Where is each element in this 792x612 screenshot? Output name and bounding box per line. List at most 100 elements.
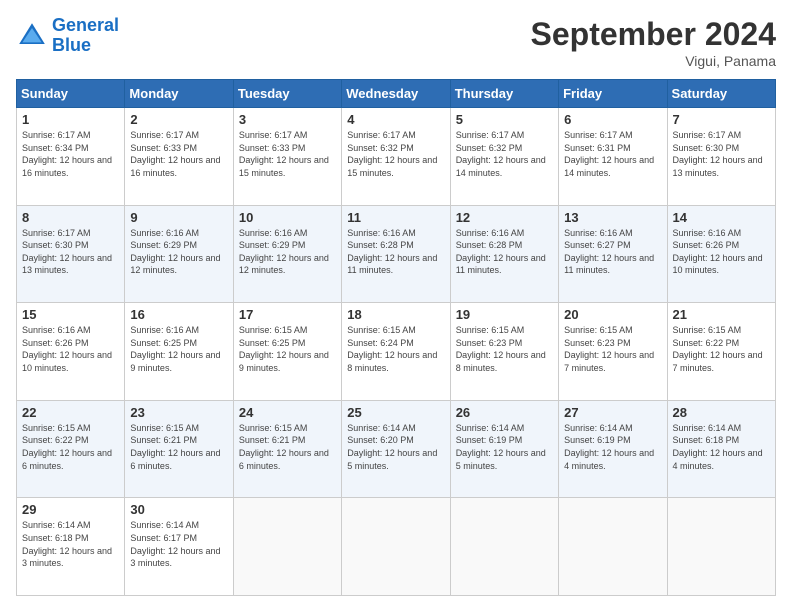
day-info: Sunrise: 6:14 AMSunset: 6:18 PMDaylight:…	[673, 422, 770, 472]
calendar-cell: 26Sunrise: 6:14 AMSunset: 6:19 PMDayligh…	[450, 400, 558, 498]
calendar-cell: 25 Sunrise: 6:14 AMSunset: 6:20 PMDayligh…	[342, 400, 450, 498]
day-info: Sunrise: 6:17 AMSunset: 6:30 PMDaylight:…	[22, 227, 119, 277]
calendar-cell: 13 Sunrise: 6:16 AMSunset: 6:27 PMDayligh…	[559, 205, 667, 303]
day-number: 17	[239, 307, 336, 322]
calendar-header-row: Sunday Monday Tuesday Wednesday Thursday…	[17, 80, 776, 108]
calendar-cell: 7 Sunrise: 6:17 AMSunset: 6:30 PMDaylight…	[667, 108, 775, 206]
col-tuesday: Tuesday	[233, 80, 341, 108]
col-wednesday: Wednesday	[342, 80, 450, 108]
logo-blue: Blue	[52, 35, 91, 55]
calendar-cell: 23 Sunrise: 6:15 AMSunset: 6:21 PMDayligh…	[125, 400, 233, 498]
calendar-week-5: 29Sunrise: 6:14 AMSunset: 6:18 PMDayligh…	[17, 498, 776, 596]
calendar-cell: 21 Sunrise: 6:15 AMSunset: 6:22 PMDayligh…	[667, 303, 775, 401]
calendar-cell: 9 Sunrise: 6:16 AMSunset: 6:29 PMDaylight…	[125, 205, 233, 303]
day-number: 29	[22, 502, 119, 517]
calendar-cell: 8Sunrise: 6:17 AMSunset: 6:30 PMDaylight…	[17, 205, 125, 303]
day-number: 24	[239, 405, 336, 420]
calendar-cell	[559, 498, 667, 596]
calendar-cell: 1 Sunrise: 6:17 AMSunset: 6:34 PMDaylight…	[17, 108, 125, 206]
day-info: Sunrise: 6:16 AMSunset: 6:26 PMDaylight:…	[673, 227, 770, 277]
calendar-cell: 27 Sunrise: 6:14 AMSunset: 6:19 PMDayligh…	[559, 400, 667, 498]
calendar-week-4: 22Sunrise: 6:15 AMSunset: 6:22 PMDayligh…	[17, 400, 776, 498]
calendar-cell: 14 Sunrise: 6:16 AMSunset: 6:26 PMDayligh…	[667, 205, 775, 303]
day-info: Sunrise: 6:15 AMSunset: 6:23 PMDaylight:…	[564, 324, 661, 374]
calendar-cell: 11 Sunrise: 6:16 AMSunset: 6:28 PMDayligh…	[342, 205, 450, 303]
calendar-week-3: 15 Sunrise: 6:16 AMSunset: 6:26 PMDayligh…	[17, 303, 776, 401]
calendar-cell: 28 Sunrise: 6:14 AMSunset: 6:18 PMDayligh…	[667, 400, 775, 498]
day-number: 14	[673, 210, 770, 225]
calendar-cell: 22Sunrise: 6:15 AMSunset: 6:22 PMDayligh…	[17, 400, 125, 498]
calendar-cell: 12Sunrise: 6:16 AMSunset: 6:28 PMDayligh…	[450, 205, 558, 303]
calendar-cell: 5Sunrise: 6:17 AMSunset: 6:32 PMDaylight…	[450, 108, 558, 206]
day-info: Sunrise: 6:17 AMSunset: 6:33 PMDaylight:…	[130, 129, 227, 179]
calendar-cell: 6Sunrise: 6:17 AMSunset: 6:31 PMDaylight…	[559, 108, 667, 206]
day-number: 11	[347, 210, 444, 225]
day-number: 30	[130, 502, 227, 517]
day-info: Sunrise: 6:16 AMSunset: 6:25 PMDaylight:…	[130, 324, 227, 374]
logo-general: General	[52, 15, 119, 35]
calendar-cell: 19 Sunrise: 6:15 AMSunset: 6:23 PMDayligh…	[450, 303, 558, 401]
col-monday: Monday	[125, 80, 233, 108]
day-info: Sunrise: 6:15 AMSunset: 6:23 PMDaylight:…	[456, 324, 553, 374]
day-number: 3	[239, 112, 336, 127]
day-number: 7	[673, 112, 770, 127]
calendar-cell	[342, 498, 450, 596]
day-number: 23	[130, 405, 227, 420]
col-saturday: Saturday	[667, 80, 775, 108]
calendar-cell	[450, 498, 558, 596]
calendar-table: Sunday Monday Tuesday Wednesday Thursday…	[16, 79, 776, 596]
day-info: Sunrise: 6:16 AMSunset: 6:26 PMDaylight:…	[22, 324, 119, 374]
logo-text: General Blue	[52, 16, 119, 56]
day-number: 18	[347, 307, 444, 322]
day-info: Sunrise: 6:15 AMSunset: 6:22 PMDaylight:…	[22, 422, 119, 472]
day-number: 1	[22, 112, 119, 127]
day-info: Sunrise: 6:17 AMSunset: 6:34 PMDaylight:…	[22, 129, 119, 179]
subtitle: Vigui, Panama	[531, 53, 776, 69]
header: General Blue September 2024 Vigui, Panam…	[16, 16, 776, 69]
calendar-cell: 2 Sunrise: 6:17 AMSunset: 6:33 PMDaylight…	[125, 108, 233, 206]
calendar-cell: 20Sunrise: 6:15 AMSunset: 6:23 PMDayligh…	[559, 303, 667, 401]
col-friday: Friday	[559, 80, 667, 108]
day-number: 27	[564, 405, 661, 420]
day-info: Sunrise: 6:15 AMSunset: 6:25 PMDaylight:…	[239, 324, 336, 374]
day-number: 25	[347, 405, 444, 420]
day-info: Sunrise: 6:15 AMSunset: 6:21 PMDaylight:…	[130, 422, 227, 472]
day-info: Sunrise: 6:17 AMSunset: 6:32 PMDaylight:…	[347, 129, 444, 179]
calendar-cell: 17 Sunrise: 6:15 AMSunset: 6:25 PMDayligh…	[233, 303, 341, 401]
day-number: 2	[130, 112, 227, 127]
day-number: 9	[130, 210, 227, 225]
day-number: 13	[564, 210, 661, 225]
calendar-cell: 10Sunrise: 6:16 AMSunset: 6:29 PMDayligh…	[233, 205, 341, 303]
col-thursday: Thursday	[450, 80, 558, 108]
day-info: Sunrise: 6:16 AMSunset: 6:28 PMDaylight:…	[347, 227, 444, 277]
day-info: Sunrise: 6:14 AMSunset: 6:17 PMDaylight:…	[130, 519, 227, 569]
calendar-cell: 30 Sunrise: 6:14 AMSunset: 6:17 PMDayligh…	[125, 498, 233, 596]
day-info: Sunrise: 6:15 AMSunset: 6:24 PMDaylight:…	[347, 324, 444, 374]
day-info: Sunrise: 6:17 AMSunset: 6:31 PMDaylight:…	[564, 129, 661, 179]
day-info: Sunrise: 6:15 AMSunset: 6:22 PMDaylight:…	[673, 324, 770, 374]
day-info: Sunrise: 6:16 AMSunset: 6:27 PMDaylight:…	[564, 227, 661, 277]
day-info: Sunrise: 6:14 AMSunset: 6:20 PMDaylight:…	[347, 422, 444, 472]
day-number: 19	[456, 307, 553, 322]
logo: General Blue	[16, 16, 119, 56]
day-number: 5	[456, 112, 553, 127]
day-number: 21	[673, 307, 770, 322]
day-info: Sunrise: 6:15 AMSunset: 6:21 PMDaylight:…	[239, 422, 336, 472]
calendar-cell: 18 Sunrise: 6:15 AMSunset: 6:24 PMDayligh…	[342, 303, 450, 401]
logo-icon	[16, 20, 48, 52]
day-info: Sunrise: 6:16 AMSunset: 6:29 PMDaylight:…	[130, 227, 227, 277]
day-number: 4	[347, 112, 444, 127]
main-title: September 2024	[531, 16, 776, 53]
title-block: September 2024 Vigui, Panama	[531, 16, 776, 69]
calendar-cell: 15 Sunrise: 6:16 AMSunset: 6:26 PMDayligh…	[17, 303, 125, 401]
day-info: Sunrise: 6:17 AMSunset: 6:30 PMDaylight:…	[673, 129, 770, 179]
calendar-cell: 16Sunrise: 6:16 AMSunset: 6:25 PMDayligh…	[125, 303, 233, 401]
day-number: 28	[673, 405, 770, 420]
day-info: Sunrise: 6:14 AMSunset: 6:19 PMDaylight:…	[564, 422, 661, 472]
calendar-week-1: 1 Sunrise: 6:17 AMSunset: 6:34 PMDaylight…	[17, 108, 776, 206]
col-sunday: Sunday	[17, 80, 125, 108]
day-number: 15	[22, 307, 119, 322]
day-number: 10	[239, 210, 336, 225]
calendar-cell: 4 Sunrise: 6:17 AMSunset: 6:32 PMDaylight…	[342, 108, 450, 206]
day-info: Sunrise: 6:17 AMSunset: 6:33 PMDaylight:…	[239, 129, 336, 179]
